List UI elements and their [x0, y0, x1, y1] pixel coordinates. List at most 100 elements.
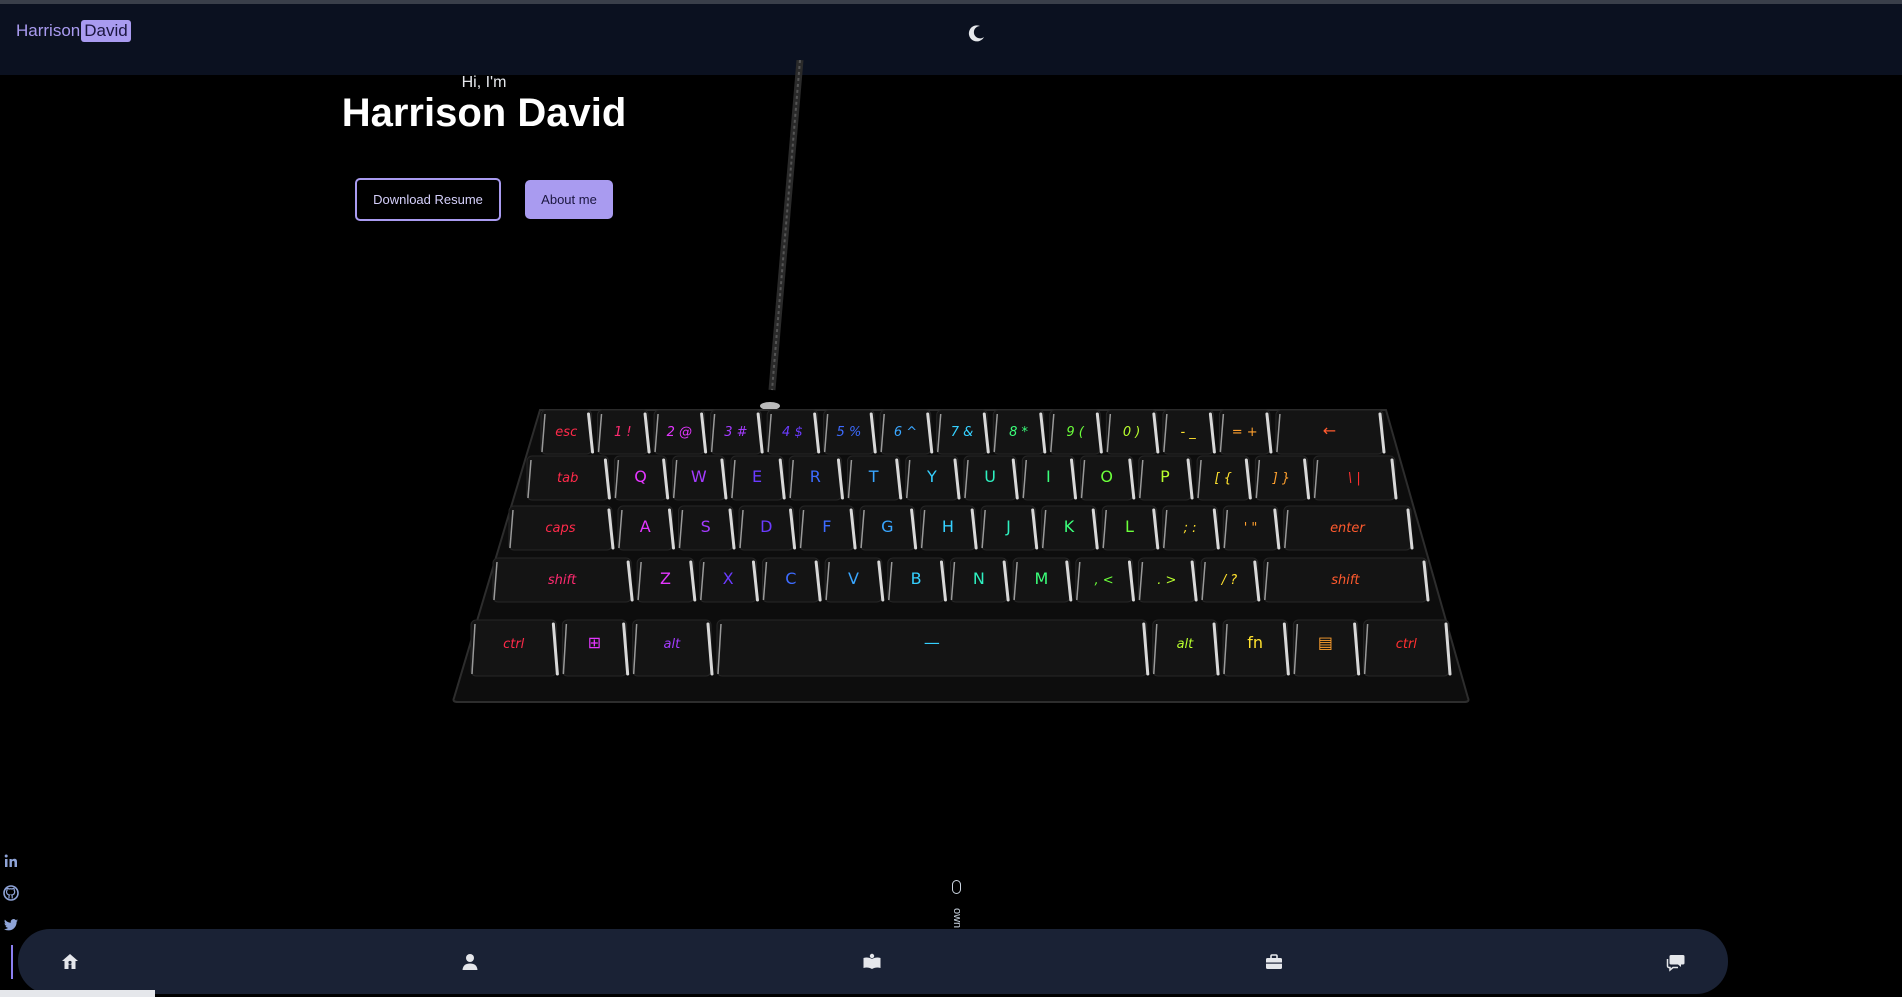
keyboard-key[interactable]: L — [1101, 505, 1160, 551]
browser-status-bar — [0, 990, 155, 997]
keyboard-key[interactable]: O — [1080, 455, 1136, 501]
keyboard-key[interactable]: D — [738, 505, 797, 551]
key-label: C — [785, 569, 796, 588]
keyboard-key[interactable]: fn — [1222, 619, 1290, 677]
nav-user-icon[interactable] — [456, 948, 484, 976]
keyboard-key[interactable]: shift — [1263, 557, 1430, 603]
keyboard-key[interactable]: 4 $ — [766, 409, 821, 455]
key-label: ▤ — [1318, 633, 1333, 652]
keyboard-key[interactable]: B — [887, 557, 947, 603]
key-label: R — [810, 467, 821, 486]
keyboard-key[interactable]: Y — [905, 455, 961, 501]
key-label: 9 ( — [1066, 425, 1084, 440]
keyboard-key[interactable]: ' " — [1222, 505, 1281, 551]
keyboard-key[interactable]: enter — [1283, 505, 1414, 551]
keyboard-key[interactable]: ▤ — [1292, 619, 1361, 677]
key-label: I — [1046, 467, 1051, 486]
keyboard-key[interactable]: / ? — [1200, 557, 1261, 603]
nav-briefcase-icon[interactable] — [1260, 948, 1288, 976]
linkedin-icon[interactable] — [0, 850, 22, 872]
key-label: N — [973, 569, 985, 588]
keyboard-key[interactable]: N — [949, 557, 1010, 603]
key-label: [ { — [1214, 471, 1231, 486]
keyboard-key[interactable]: J — [980, 505, 1039, 551]
keyboard-key[interactable]: 2 @ — [653, 409, 708, 455]
keyboard-key[interactable]: \ | — [1313, 455, 1398, 501]
keyboard-key[interactable]: shift — [492, 557, 634, 603]
keyboard-key[interactable]: P — [1138, 455, 1194, 501]
logo-first-name: Harrison — [16, 21, 81, 40]
keyboard-key[interactable]: A — [617, 505, 675, 551]
keyboard-key[interactable]: tab — [526, 455, 611, 501]
keyboard-key[interactable]: ⊞ — [561, 619, 630, 677]
keyboard-key[interactable]: ctrl — [1363, 619, 1452, 677]
keyboard-key[interactable]: V — [824, 557, 885, 603]
keyboard-key[interactable]: ] } — [1254, 455, 1311, 501]
keyboard-key[interactable]: , < — [1075, 557, 1135, 603]
cable-connector — [760, 402, 780, 410]
keyboard-key[interactable]: esc — [540, 409, 595, 455]
keyboard-key[interactable]: 6 ^ — [879, 409, 934, 455]
key-label: O — [1100, 467, 1113, 486]
keyboard-key[interactable]: W — [672, 455, 728, 501]
key-label: W — [691, 467, 707, 486]
keyboard-key[interactable]: 1 ! — [597, 409, 651, 455]
keyboard-key[interactable]: E — [730, 455, 786, 501]
keyboard-key[interactable]: I — [1021, 455, 1078, 501]
keyboard-key[interactable]: G — [859, 505, 918, 551]
keyboard-key[interactable]: 8 * — [992, 409, 1047, 455]
keyboard-key[interactable]: - _ — [1162, 409, 1216, 455]
keyboard-key[interactable]: caps — [508, 505, 615, 551]
keyboard-key[interactable]: Z — [636, 557, 697, 603]
keyboard-key[interactable]: M — [1012, 557, 1073, 603]
key-label: / ? — [1221, 573, 1238, 588]
keyboard-key[interactable]: 3 # — [710, 409, 764, 455]
keyboard-key[interactable]: 7 & — [936, 409, 990, 455]
keyboard-key[interactable]: ctrl — [470, 619, 559, 677]
keyboard-3d-scene[interactable]: esc 1 ! 2 @ 3 # 4 $ 5 % 6 ^ 7 & 8 * 9 ( 0 ) - _ = + ←… — [440, 60, 1480, 710]
keyboard-key[interactable]: . > — [1137, 557, 1198, 603]
keyboard-key[interactable]: T — [846, 455, 903, 501]
keyboard-key[interactable]: alt — [632, 619, 714, 677]
nav-home-icon[interactable] — [56, 948, 84, 976]
keyboard-key[interactable]: ; : — [1162, 505, 1220, 551]
github-icon[interactable] — [0, 882, 22, 904]
nav-chat-icon[interactable] — [1662, 948, 1690, 976]
keyboard-key[interactable]: Q — [613, 455, 670, 501]
keyboard-key[interactable]: K — [1041, 505, 1099, 551]
keyboard-key[interactable]: 0 ) — [1105, 409, 1160, 455]
keyboard-key[interactable]: [ { — [1196, 455, 1252, 501]
key-label: D — [760, 517, 772, 536]
key-label: ⊞ — [588, 633, 601, 652]
moon-icon[interactable] — [966, 22, 988, 44]
keyboard-key[interactable]: F — [799, 505, 857, 551]
keyboard-key[interactable]: ← — [1275, 409, 1386, 455]
key-label: ; : — [1184, 521, 1197, 536]
keyboard-key[interactable]: S — [677, 505, 736, 551]
key-label: 5 % — [837, 425, 862, 440]
keyboard-key[interactable]: C — [761, 557, 822, 603]
key-label: Q — [634, 467, 647, 486]
keyboard-key[interactable]: 9 ( — [1049, 409, 1103, 455]
keyboard-key[interactable]: 5 % — [823, 409, 877, 455]
keyboard-key[interactable]: alt — [1152, 619, 1220, 677]
site-logo[interactable]: Harrison David — [16, 20, 131, 42]
scroll-indicator[interactable]: own — [948, 878, 968, 930]
nav-book-icon[interactable] — [858, 948, 886, 976]
key-label: ] } — [1272, 471, 1290, 486]
key-label: V — [848, 569, 859, 588]
key-label: Z — [660, 569, 671, 588]
keyboard-key[interactable]: R — [788, 455, 844, 501]
twitter-icon[interactable] — [0, 914, 22, 936]
key-label: ctrl — [503, 637, 525, 652]
keyboard-key[interactable]: H — [920, 505, 978, 551]
key-label: 1 ! — [614, 425, 632, 440]
social-divider — [11, 945, 13, 979]
key-label: 3 # — [724, 425, 747, 440]
keyboard-key[interactable]: — — [716, 619, 1150, 677]
logo-last-name: David — [81, 20, 131, 42]
keyboard-key[interactable]: X — [699, 557, 759, 603]
keyboard-key[interactable]: = + — [1218, 409, 1273, 455]
key-label: U — [984, 467, 996, 486]
keyboard-key[interactable]: U — [963, 455, 1019, 501]
